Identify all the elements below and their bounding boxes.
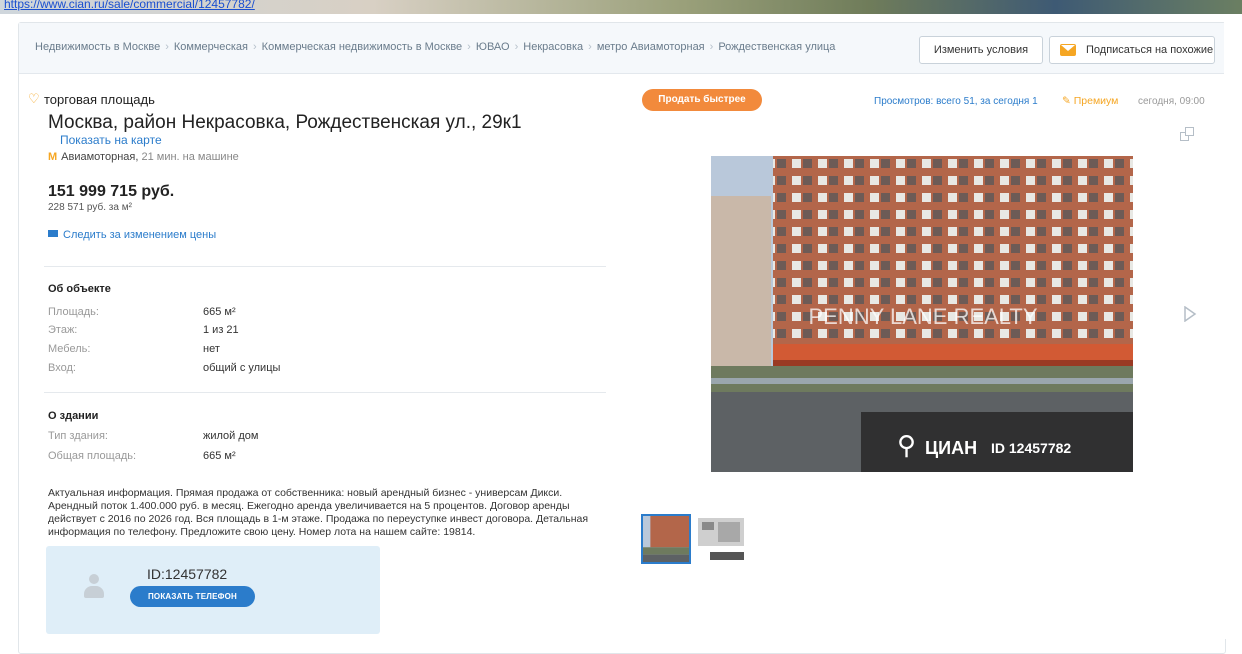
- divider: [44, 392, 606, 393]
- floor-value: 1 из 21: [203, 324, 239, 336]
- furniture-label: Мебель:: [48, 343, 91, 355]
- photo-watermark-brand: ЦИАН: [925, 438, 977, 458]
- metro-icon: М: [48, 151, 58, 163]
- entrance-label: Вход:: [48, 362, 76, 374]
- subscribe-label: Подписаться на похожие: [1086, 44, 1214, 56]
- listing-title: Москва, район Некрасовка, Рождественская…: [48, 112, 522, 133]
- breadcrumb-separator: ›: [165, 41, 169, 53]
- breadcrumb: Недвижимость в Москве › Коммерческая › Комме…: [35, 41, 835, 53]
- breadcrumb-separator: ›: [709, 41, 714, 53]
- listing-description: Актуальная информация. Прямая продажа от…: [48, 487, 589, 538]
- photo-watermark-agency: PENNY LANE REALTY: [808, 304, 1037, 329]
- area-label: Площадь:: [48, 306, 99, 318]
- pin-icon: ✎: [1062, 95, 1074, 107]
- breadcrumb-item-commercial[interactable]: Коммерческая: [174, 41, 248, 53]
- agent-card: ID:12457782 ПОКАЗАТЬ ТЕЛЕФОН: [46, 546, 380, 634]
- show-on-map-link[interactable]: Показать на карте: [60, 133, 162, 147]
- agent-id: ID:12457782: [147, 566, 228, 582]
- right-gutter: [1224, 22, 1242, 639]
- breadcrumb-item-commercial-moscow[interactable]: Коммерческая недвижимость в Москве: [262, 41, 463, 53]
- avatar-head: [89, 574, 99, 584]
- follow-price-label: Следить за изменением цены: [63, 229, 217, 241]
- sell-faster-button[interactable]: Продать быстрее: [642, 89, 762, 111]
- breadcrumb-item-realty[interactable]: Недвижимость в Москве: [35, 41, 160, 53]
- entrance-value: общий с улицы: [203, 362, 281, 374]
- browser-top-strip: https://www.cian.ru/sale/commercial/1245…: [0, 0, 1242, 14]
- metro-time: 21 мин. на машине: [141, 151, 239, 163]
- breadcrumb-separator: ›: [514, 41, 519, 53]
- next-photo-arrow-icon[interactable]: [1183, 306, 1197, 322]
- favorite-heart-icon[interactable]: ♡: [28, 91, 40, 107]
- price-per-m2: 228 571 руб. за м²: [48, 202, 132, 213]
- mail-icon: [48, 230, 58, 237]
- follow-price-link[interactable]: Следить за изменением цены: [48, 229, 216, 241]
- about-building-heading: О здании: [48, 410, 99, 422]
- publish-date: сегодня, 09:00: [1138, 96, 1205, 107]
- breadcrumb-separator: ›: [253, 41, 257, 53]
- fullscreen-icon[interactable]: [1180, 127, 1194, 141]
- breadcrumb-bar: Недвижимость в Москве › Коммерческая › Комме…: [19, 23, 1225, 74]
- price: 151 999 715 руб.: [48, 183, 175, 200]
- photo-watermark-id: ID 12457782: [991, 440, 1071, 456]
- metro-station[interactable]: Авиамоторная,: [61, 151, 138, 163]
- breadcrumb-separator: ›: [467, 41, 471, 53]
- breadcrumb-item-area[interactable]: Некрасовка: [523, 41, 583, 53]
- building-type-value: жилой дом: [203, 430, 259, 442]
- avatar: [82, 574, 106, 600]
- show-phone-button[interactable]: ПОКАЗАТЬ ТЕЛЕФОН: [130, 586, 255, 607]
- about-object-heading: Об объекте: [48, 283, 111, 295]
- photo-thumbnail-1[interactable]: [641, 514, 691, 564]
- change-conditions-button[interactable]: Изменить условия: [919, 36, 1043, 64]
- premium-badge[interactable]: ✎ Премиум: [1062, 95, 1118, 107]
- area-value: 665 м²: [203, 306, 236, 318]
- property-type: торговая площадь: [44, 92, 155, 107]
- breadcrumb-separator: ›: [588, 41, 592, 53]
- envelope-icon: [1060, 44, 1076, 56]
- metro-info: М Авиамоторная, 21 мин. на машине: [48, 151, 239, 163]
- page-url-link[interactable]: https://www.cian.ru/sale/commercial/1245…: [4, 0, 255, 11]
- building-type-label: Тип здания:: [48, 430, 108, 442]
- floor-label: Этаж:: [48, 324, 78, 336]
- listing-photo[interactable]: PENNY LANE REALTY ⚲ ЦИАН ID 12457782: [711, 156, 1133, 472]
- pin-watermark-icon: ⚲: [897, 430, 916, 460]
- breadcrumb-item-street[interactable]: Рождественская улица: [718, 41, 835, 53]
- premium-label: Премиум: [1073, 95, 1119, 107]
- avatar-body: [84, 586, 104, 598]
- total-area-value: 665 м²: [203, 450, 236, 462]
- divider: [44, 266, 606, 267]
- breadcrumb-item-district[interactable]: ЮВАО: [476, 41, 510, 53]
- photo-thumbnail-2[interactable]: [696, 514, 746, 564]
- furniture-value: нет: [203, 343, 220, 355]
- views-counter[interactable]: Просмотров: всего 51, за сегодня 1: [874, 96, 1038, 107]
- breadcrumb-item-metro[interactable]: метро Авиамоторная: [597, 41, 705, 53]
- total-area-label: Общая площадь:: [48, 450, 137, 462]
- subscribe-similar-button[interactable]: Подписаться на похожие: [1049, 36, 1215, 64]
